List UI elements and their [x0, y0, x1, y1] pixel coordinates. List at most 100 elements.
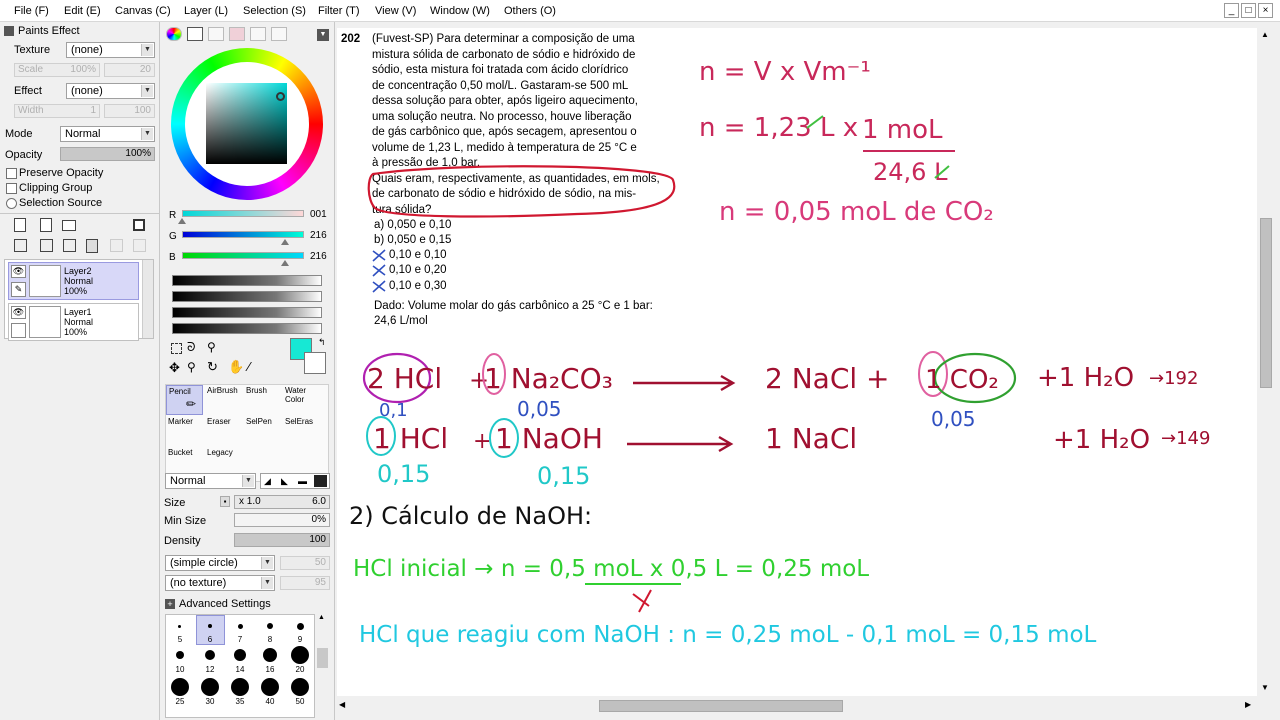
hsv-slider-tab[interactable] — [208, 27, 224, 41]
brush-size-dot[interactable] — [238, 624, 243, 629]
preserve-opacity-checkbox[interactable] — [6, 168, 17, 179]
brush-blend-select[interactable]: Normal ▼ — [165, 473, 256, 489]
menu-filter[interactable]: Filter (T) — [318, 5, 360, 17]
horizontal-scrollbar[interactable]: ◀ ▶ — [337, 699, 1257, 713]
r-slider-marker[interactable] — [178, 218, 187, 224]
tool-brush[interactable]: Brush — [244, 385, 281, 415]
pencil-lock-icon[interactable] — [11, 323, 26, 338]
menu-layer[interactable]: Layer (L) — [184, 5, 228, 17]
eye-icon[interactable]: 👁 — [11, 306, 26, 319]
saturation-value-square[interactable] — [206, 83, 287, 164]
opacity-slider[interactable]: 100% — [60, 147, 155, 161]
brush-size-dot[interactable] — [201, 678, 219, 696]
brush-size-dot[interactable] — [291, 678, 309, 696]
lasso-icon[interactable]: ᘐ — [187, 340, 195, 355]
menu-canvas[interactable]: Canvas (C) — [115, 5, 171, 17]
eyedropper-icon[interactable]: ⁄ — [248, 359, 250, 374]
menu-file[interactable]: File (F) — [14, 5, 49, 17]
canvas[interactable]: 202 (Fuvest-SP) Para determinar a compos… — [337, 28, 1257, 696]
horizontal-scroll-thumb[interactable] — [599, 700, 843, 712]
advanced-settings-label[interactable]: Advanced Settings — [179, 598, 271, 610]
magic-wand-icon[interactable]: ⚲ — [207, 340, 216, 354]
tool-pencil[interactable]: Pencil — [166, 385, 203, 415]
new-layer-icon[interactable] — [14, 218, 26, 232]
texture-select[interactable]: (none) ▼ — [66, 42, 155, 58]
brush-size-scrollbar[interactable]: ▲ — [315, 614, 330, 718]
layer-item-layer2[interactable]: 👁 ✎ Layer2 Normal 100% — [8, 262, 139, 300]
brush-size-dot[interactable] — [231, 678, 249, 696]
g-slider[interactable] — [182, 231, 304, 238]
rotate-icon[interactable]: ↻ — [207, 359, 218, 375]
vertical-scrollbar[interactable]: ▲ ▼ — [1258, 28, 1274, 696]
brush-size-dot[interactable] — [178, 625, 181, 628]
brush-size-dot[interactable] — [261, 678, 279, 696]
blend-mode-select[interactable]: Normal ▼ — [60, 126, 155, 142]
zoom-icon[interactable]: ⚲ — [187, 360, 196, 374]
close-button[interactable]: × — [1258, 3, 1273, 18]
brush-shape-selector[interactable]: ◢ ◣ ▬ — [260, 473, 330, 489]
layer-mask-icon[interactable] — [133, 219, 145, 231]
size-multiplier-button[interactable]: ▪ — [220, 496, 230, 507]
b-slider-marker[interactable] — [281, 260, 290, 266]
menu-edit[interactable]: Edit (E) — [64, 5, 101, 17]
brush-size-dot[interactable] — [208, 624, 212, 628]
brush-size-dot[interactable] — [171, 678, 189, 696]
clear-layer-icon[interactable] — [63, 239, 76, 252]
density-slider[interactable]: 100 — [234, 533, 330, 547]
brush-shape-select[interactable]: (simple circle) ▼ — [165, 555, 275, 571]
chevron-up-icon[interactable]: ▲ — [318, 614, 325, 621]
menu-others[interactable]: Others (O) — [504, 5, 556, 17]
eye-icon[interactable]: 👁 — [11, 265, 26, 278]
hand-icon[interactable]: ✋ — [228, 359, 244, 375]
swap-colors-icon[interactable]: ↰ — [318, 337, 326, 348]
size-slider[interactable]: x 1.0 6.0 — [234, 495, 330, 509]
move-icon[interactable]: ✥ — [169, 360, 180, 376]
selection-source-radio[interactable] — [6, 198, 17, 209]
brush-size-dot[interactable] — [267, 623, 273, 629]
panel-collapse-icon[interactable] — [4, 26, 14, 36]
brush-size-dot[interactable] — [263, 648, 277, 662]
scroll-thumb[interactable] — [317, 648, 328, 668]
user-swatch-tab[interactable] — [250, 27, 266, 41]
r-slider[interactable] — [182, 210, 304, 217]
menu-window[interactable]: Window (W) — [430, 5, 490, 17]
chevron-up-icon[interactable]: ▲ — [1261, 30, 1269, 39]
brush-texture-select[interactable]: (no texture) ▼ — [165, 575, 275, 591]
layer-list-scrollbar[interactable] — [142, 260, 153, 338]
new-folder-icon[interactable] — [62, 220, 76, 231]
tool-airbrush[interactable]: AirBrush — [205, 385, 242, 415]
rgb-slider-tab[interactable] — [187, 27, 203, 41]
tool-watercolor[interactable]: Water Color — [283, 385, 323, 415]
menu-selection[interactable]: Selection (S) — [243, 5, 306, 17]
tool-eraser[interactable]: Eraser — [205, 416, 242, 446]
effect-select[interactable]: (none) ▼ — [66, 83, 155, 99]
brush-size-dot[interactable] — [205, 650, 215, 660]
b-slider[interactable] — [182, 252, 304, 259]
chevron-right-icon[interactable]: ▶ — [1245, 700, 1251, 709]
panel-collapse-icon[interactable]: ▼ — [317, 29, 329, 41]
background-color-swatch[interactable] — [304, 352, 326, 374]
tool-selpen[interactable]: SelPen — [244, 416, 281, 446]
brush-size-dot[interactable] — [176, 651, 184, 659]
color-mix-bar[interactable] — [172, 291, 322, 302]
chevron-down-icon[interactable]: ▼ — [1261, 683, 1269, 692]
menu-view[interactable]: View (V) — [375, 5, 416, 17]
new-linework-layer-icon[interactable] — [40, 218, 52, 232]
color-mix-bar[interactable] — [172, 307, 322, 318]
brush-size-dot[interactable] — [297, 623, 304, 630]
color-picker-handle[interactable] — [276, 92, 285, 101]
color-wheel-tab[interactable] — [166, 27, 182, 41]
minimize-button[interactable]: _ — [1224, 3, 1239, 18]
vertical-scroll-thumb[interactable] — [1260, 218, 1272, 388]
min-size-slider[interactable]: 0% — [234, 513, 330, 527]
layer-item-layer1[interactable]: 👁 Layer1 Normal 100% — [8, 303, 139, 341]
tool-marker[interactable]: Marker — [166, 416, 203, 446]
g-slider-marker[interactable] — [281, 239, 290, 245]
transfer-down-icon[interactable] — [14, 239, 27, 252]
chevron-left-icon[interactable]: ◀ — [339, 700, 345, 709]
pencil-lock-icon[interactable]: ✎ — [11, 282, 26, 297]
brush-size-dot[interactable] — [234, 649, 246, 661]
color-mix-bar[interactable] — [172, 323, 322, 334]
swatch-tab[interactable] — [229, 27, 245, 41]
color-mix-bar[interactable] — [172, 275, 322, 286]
